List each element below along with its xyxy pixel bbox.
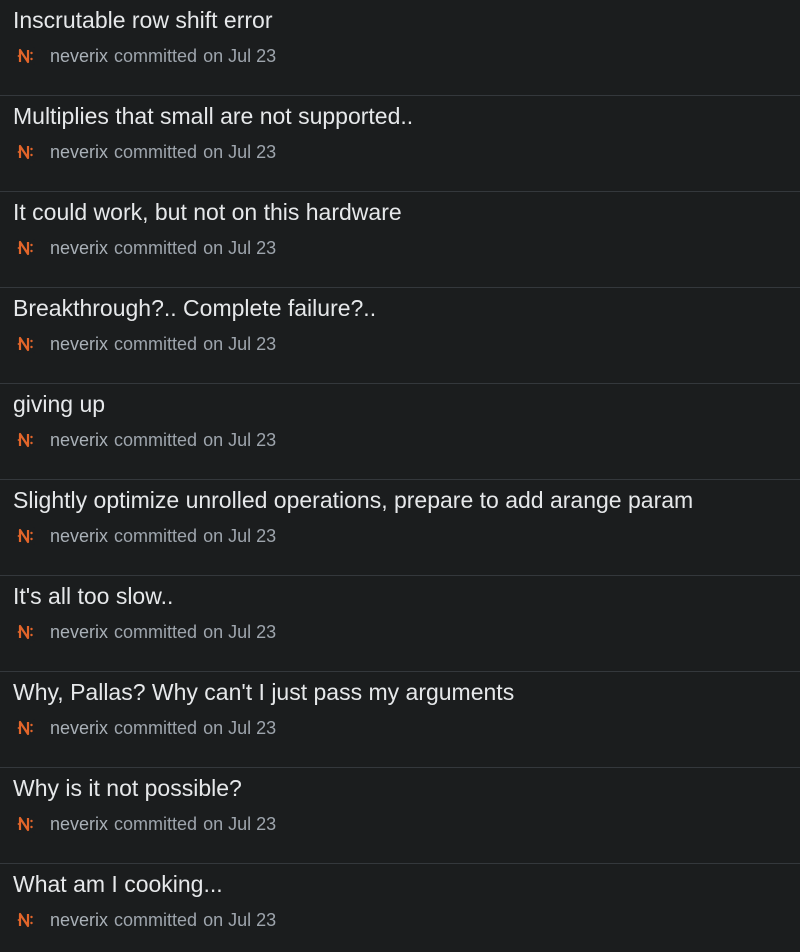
commit-action-text: committed [114, 621, 198, 642]
neverix-avatar-icon[interactable] [17, 335, 35, 353]
commit-date[interactable]: on Jul 23 [203, 334, 276, 355]
commit-meta: neverix committed on Jul 23 [17, 812, 276, 836]
commit-action-text: committed [114, 45, 198, 66]
commit-date[interactable]: on Jul 23 [203, 526, 276, 547]
commit-action-text: committed [114, 525, 198, 546]
commit-title-link[interactable]: giving up [13, 388, 105, 420]
commit-title-link[interactable]: It's all too slow.. [13, 580, 173, 612]
commit-title-link[interactable]: Why, Pallas? Why can't I just pass my ar… [13, 676, 514, 708]
neverix-avatar-icon[interactable] [17, 911, 35, 929]
commit-date[interactable]: on Jul 23 [203, 46, 276, 67]
commit-meta: neverix committed on Jul 23 [17, 620, 276, 644]
neverix-avatar-icon[interactable] [17, 239, 35, 257]
commit-author-link[interactable]: neverix [50, 334, 108, 355]
commit-action-text: committed [114, 333, 198, 354]
commit-author-link[interactable]: neverix [50, 526, 108, 547]
commit-action-text: committed [114, 237, 198, 258]
commit-meta: neverix committed on Jul 23 [17, 428, 276, 452]
commit-author-link[interactable]: neverix [50, 142, 108, 163]
commit-meta: neverix committed on Jul 23 [17, 140, 276, 164]
commit-row: It's all too slow.. neverix committed on J… [0, 576, 800, 672]
commit-meta: neverix committed on Jul 23 [17, 716, 276, 740]
commit-meta: neverix committed on Jul 23 [17, 236, 276, 260]
commit-row: giving up neverix committed on Jul 23 [0, 384, 800, 480]
commit-date[interactable]: on Jul 23 [203, 142, 276, 163]
commit-action-text: committed [114, 909, 198, 930]
commit-row: What am I cooking... neverix committed on … [0, 864, 800, 952]
commit-title-link[interactable]: Multiplies that small are not supported.… [13, 100, 413, 132]
neverix-avatar-icon[interactable] [17, 815, 35, 833]
commit-row: Inscrutable row shift error neverix commi… [0, 0, 800, 96]
commit-meta: neverix committed on Jul 23 [17, 908, 276, 932]
commit-row: It could work, but not on this hardware … [0, 192, 800, 288]
commit-meta: neverix committed on Jul 23 [17, 332, 276, 356]
commit-author-link[interactable]: neverix [50, 718, 108, 739]
commit-title-link[interactable]: It could work, but not on this hardware [13, 196, 402, 228]
commit-meta: neverix committed on Jul 23 [17, 524, 276, 548]
neverix-avatar-icon[interactable] [17, 47, 35, 65]
commit-title-link[interactable]: Slightly optimize unrolled operations, p… [13, 484, 693, 516]
neverix-avatar-icon[interactable] [17, 143, 35, 161]
commit-action-text: committed [114, 429, 198, 450]
commit-row: Slightly optimize unrolled operations, p… [0, 480, 800, 576]
commit-list: Inscrutable row shift error neverix commi… [0, 0, 800, 952]
commit-title-link[interactable]: Why is it not possible? [13, 772, 242, 804]
commit-author-link[interactable]: neverix [50, 910, 108, 931]
commit-date[interactable]: on Jul 23 [203, 430, 276, 451]
neverix-avatar-icon[interactable] [17, 719, 35, 737]
commit-row: Why is it not possible? neverix committed… [0, 768, 800, 864]
commit-row: Breakthrough?.. Complete failure?.. neve… [0, 288, 800, 384]
commit-author-link[interactable]: neverix [50, 814, 108, 835]
commit-author-link[interactable]: neverix [50, 622, 108, 643]
neverix-avatar-icon[interactable] [17, 527, 35, 545]
commit-title-link[interactable]: Inscrutable row shift error [13, 4, 272, 36]
commit-date[interactable]: on Jul 23 [203, 910, 276, 931]
commit-date[interactable]: on Jul 23 [203, 238, 276, 259]
commit-title-link[interactable]: Breakthrough?.. Complete failure?.. [13, 292, 376, 324]
commit-date[interactable]: on Jul 23 [203, 622, 276, 643]
neverix-avatar-icon[interactable] [17, 623, 35, 641]
commit-date[interactable]: on Jul 23 [203, 814, 276, 835]
commit-action-text: committed [114, 813, 198, 834]
commit-row: Multiplies that small are not supported.… [0, 96, 800, 192]
commit-action-text: committed [114, 141, 198, 162]
commit-author-link[interactable]: neverix [50, 46, 108, 67]
commit-author-link[interactable]: neverix [50, 430, 108, 451]
commit-date[interactable]: on Jul 23 [203, 718, 276, 739]
commit-meta: neverix committed on Jul 23 [17, 44, 276, 68]
commit-row: Why, Pallas? Why can't I just pass my ar… [0, 672, 800, 768]
commit-action-text: committed [114, 717, 198, 738]
commit-author-link[interactable]: neverix [50, 238, 108, 259]
commit-title-link[interactable]: What am I cooking... [13, 868, 223, 900]
neverix-avatar-icon[interactable] [17, 431, 35, 449]
